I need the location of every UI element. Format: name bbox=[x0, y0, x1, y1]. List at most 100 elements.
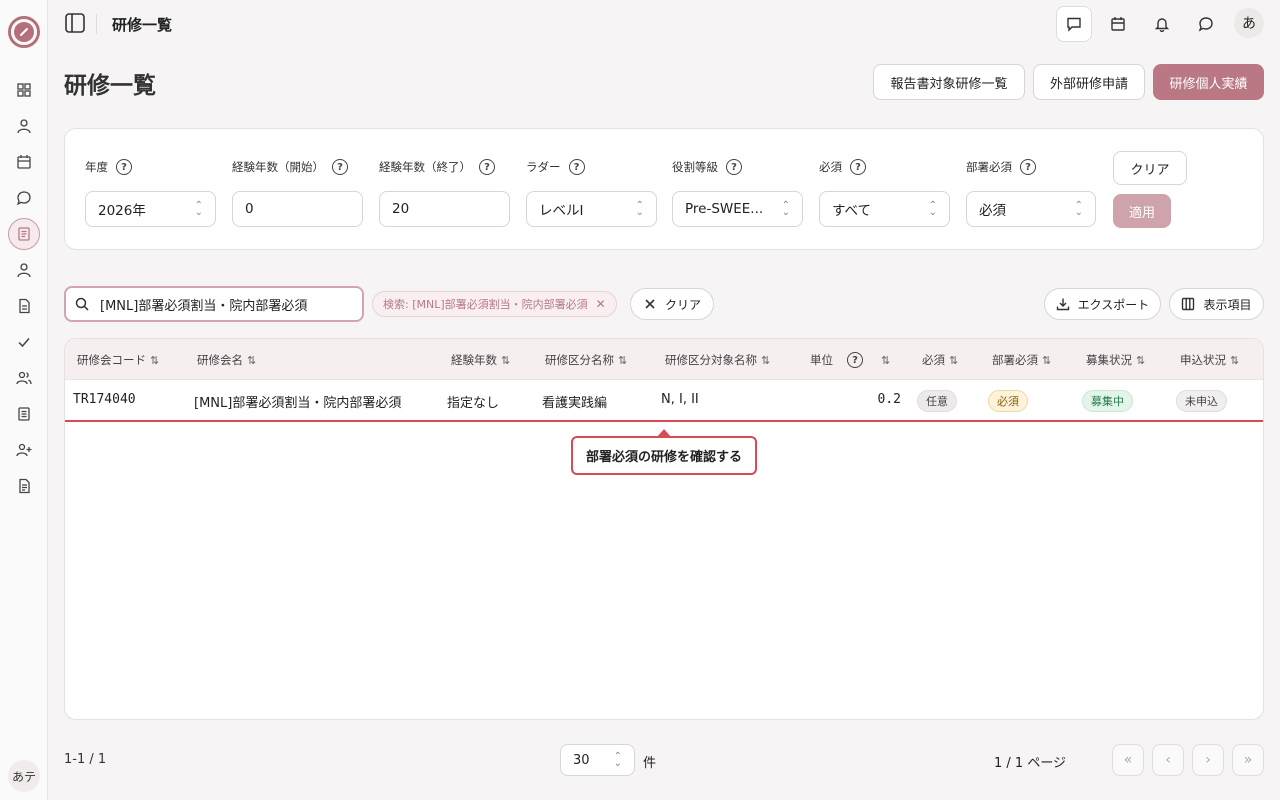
col-name[interactable]: 研修会名 ⇅ bbox=[197, 352, 256, 368]
chat-button[interactable] bbox=[1188, 6, 1224, 42]
cell-name: [MNL]部署必須割当・院内部署必須 bbox=[194, 396, 402, 411]
col-exp[interactable]: 経験年数 ⇅ bbox=[451, 352, 510, 368]
app-logo[interactable] bbox=[8, 16, 40, 48]
list-icon[interactable] bbox=[12, 402, 36, 426]
close-icon[interactable]: ✕ bbox=[596, 297, 606, 311]
bell-icon bbox=[1154, 18, 1170, 32]
first-page-button[interactable]: « bbox=[1112, 744, 1144, 776]
sort-icon: ⇅ bbox=[247, 353, 257, 367]
sort-icon: ⇅ bbox=[618, 353, 628, 367]
check-icon[interactable] bbox=[12, 330, 36, 354]
col-category[interactable]: 研修区分名称 ⇅ bbox=[545, 352, 627, 368]
help-icon[interactable]: ? bbox=[479, 159, 495, 175]
page-info: 1 / 1 ページ bbox=[994, 756, 1067, 771]
sort-icon: ⇅ bbox=[150, 353, 160, 367]
external-training-apply-button[interactable]: 外部研修申請 bbox=[1033, 64, 1145, 100]
role-label: 役割等級? bbox=[672, 159, 742, 175]
person-icon[interactable] bbox=[12, 114, 36, 138]
download-icon bbox=[1056, 298, 1069, 311]
message-button[interactable] bbox=[1056, 6, 1092, 42]
apply-status-badge: 未申込 bbox=[1176, 390, 1227, 412]
chat-bubble-icon bbox=[1198, 17, 1213, 32]
personal-record-button[interactable]: 研修個人実績 bbox=[1153, 64, 1264, 100]
chevron-updown-icon: ⌃ ⌄ bbox=[194, 200, 203, 218]
chevron-updown-icon: ⌃ ⌄ bbox=[1074, 200, 1083, 218]
chat-icon[interactable] bbox=[12, 186, 36, 210]
columns-button[interactable]: 表示項目 bbox=[1169, 288, 1264, 320]
exp-start-input[interactable]: 0 bbox=[232, 191, 363, 227]
col-recruit[interactable]: 募集状況 ⇅ bbox=[1086, 352, 1145, 368]
user-badge[interactable]: あテ bbox=[8, 760, 40, 792]
report-training-list-button[interactable]: 報告書対象研修一覧 bbox=[873, 64, 1025, 100]
sort-icon: ⇅ bbox=[501, 353, 511, 367]
required-label: 必須? bbox=[819, 159, 866, 175]
sort-icon: ⇅ bbox=[1042, 353, 1052, 367]
col-unit[interactable]: 単位? ⇅ bbox=[810, 352, 890, 368]
document-icon[interactable] bbox=[8, 218, 40, 250]
result-range: 1-1 / 1 bbox=[64, 752, 107, 767]
help-icon[interactable]: ? bbox=[332, 159, 348, 175]
col-code[interactable]: 研修会コード ⇅ bbox=[77, 352, 159, 368]
last-page-button[interactable]: » bbox=[1232, 744, 1264, 776]
person-icon[interactable] bbox=[12, 258, 36, 282]
col-required[interactable]: 必須 ⇅ bbox=[922, 352, 958, 368]
chevrons-right-icon: » bbox=[1243, 752, 1253, 768]
notification-button[interactable] bbox=[1144, 6, 1180, 42]
message-square-icon bbox=[1067, 17, 1081, 32]
chevron-updown-icon: ⌃ ⌄ bbox=[613, 751, 622, 769]
help-icon[interactable]: ? bbox=[847, 352, 863, 368]
recruit-status-badge: 募集中 bbox=[1082, 390, 1133, 412]
role-select[interactable]: Pre-SWEE... ⌃ ⌄ bbox=[672, 191, 803, 227]
per-page-unit: 件 bbox=[643, 756, 657, 771]
filter-apply-button[interactable]: 適用 bbox=[1113, 194, 1171, 228]
required-select[interactable]: すべて ⌃ ⌄ bbox=[819, 191, 950, 227]
help-icon[interactable]: ? bbox=[568, 159, 585, 175]
file-text-icon[interactable] bbox=[12, 474, 36, 498]
dashboard-icon[interactable] bbox=[12, 78, 36, 102]
dept-required-label: 部署必須? bbox=[966, 159, 1036, 175]
columns-icon bbox=[1182, 297, 1195, 311]
export-button[interactable]: エクスポート bbox=[1044, 288, 1161, 320]
help-icon[interactable]: ? bbox=[726, 159, 742, 175]
user-avatar[interactable]: あ bbox=[1234, 8, 1264, 38]
help-icon[interactable]: ? bbox=[1020, 159, 1036, 175]
exp-start-label: 経験年数（開始）? bbox=[232, 159, 348, 175]
logo-icon bbox=[14, 22, 34, 42]
cell-exp: 指定なし bbox=[447, 396, 500, 411]
help-icon[interactable]: ? bbox=[116, 159, 132, 175]
col-target[interactable]: 研修区分対象名称 ⇅ bbox=[665, 352, 770, 368]
year-label: 年度? bbox=[85, 159, 132, 175]
chevron-updown-icon: ⌃ ⌄ bbox=[928, 200, 937, 218]
search-clear-button[interactable]: クリア bbox=[630, 288, 714, 320]
year-select[interactable]: 2026年 ⌃ ⌄ bbox=[85, 191, 216, 227]
col-dept-required[interactable]: 部署必須 ⇅ bbox=[992, 352, 1051, 368]
chevron-updown-icon: ⌃ ⌄ bbox=[781, 200, 790, 218]
cell-target: N, I, II bbox=[661, 392, 699, 407]
cell-unit: 0.2 bbox=[877, 392, 901, 407]
cell-code: TR174040 bbox=[73, 392, 136, 407]
calendar-icon[interactable] bbox=[12, 150, 36, 174]
calendar-button[interactable] bbox=[1100, 6, 1136, 42]
exp-end-input[interactable]: 20 bbox=[379, 191, 510, 227]
prev-page-button[interactable]: ‹ bbox=[1152, 744, 1184, 776]
user-plus-icon[interactable] bbox=[12, 438, 36, 462]
chevron-left-icon: ‹ bbox=[1165, 752, 1171, 768]
table-row[interactable]: TR174040 [MNL]部署必須割当・院内部署必須 指定なし 看護実践編 N… bbox=[65, 380, 1263, 422]
panel-toggle-icon[interactable] bbox=[64, 12, 86, 34]
sort-icon: ⇅ bbox=[881, 353, 891, 367]
filter-clear-button[interactable]: クリア bbox=[1113, 151, 1187, 185]
cell-category: 看護実践編 bbox=[542, 396, 608, 411]
help-icon[interactable]: ? bbox=[850, 159, 866, 175]
col-apply[interactable]: 申込状況 ⇅ bbox=[1180, 352, 1239, 368]
users-icon[interactable] bbox=[12, 366, 36, 390]
per-page-select[interactable]: 30 ⌃ ⌄ bbox=[560, 744, 635, 776]
search-box[interactable] bbox=[64, 286, 364, 322]
chevron-updown-icon: ⌃ ⌄ bbox=[635, 200, 644, 218]
ladder-select[interactable]: レベルI ⌃ ⌄ bbox=[526, 191, 657, 227]
close-icon bbox=[645, 299, 655, 309]
file-icon[interactable] bbox=[12, 294, 36, 318]
search-input[interactable] bbox=[100, 296, 350, 312]
dept-required-select[interactable]: 必須 ⌃ ⌄ bbox=[966, 191, 1096, 227]
search-filter-chip[interactable]: 検索: [MNL]部署必須割当・院内部署必須 ✕ bbox=[372, 291, 617, 317]
next-page-button[interactable]: › bbox=[1192, 744, 1224, 776]
